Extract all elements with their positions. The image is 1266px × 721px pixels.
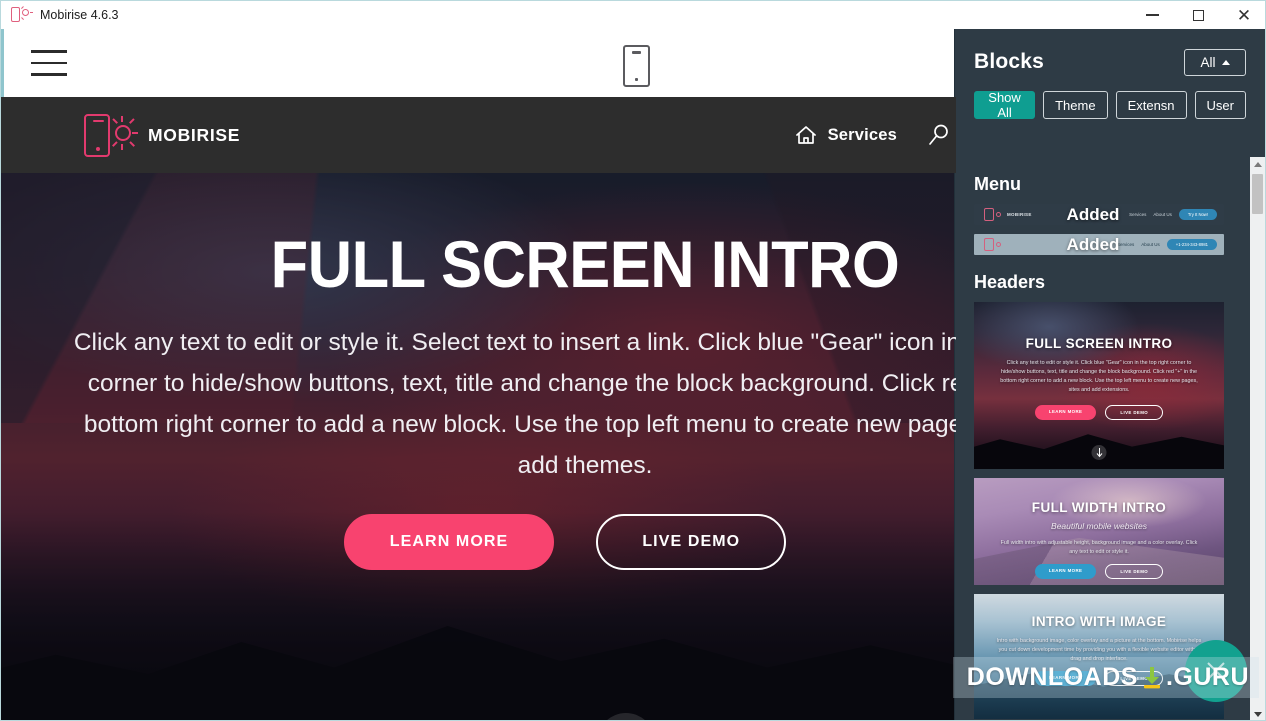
nav-label-services: Services bbox=[827, 125, 898, 144]
thumb-sun-icon bbox=[996, 212, 1001, 217]
hero-block: FULL SCREEN INTRO Click any text to edit… bbox=[1, 173, 957, 720]
site-nav-links: Services About Us bbox=[794, 123, 956, 147]
minimize-button[interactable] bbox=[1129, 1, 1175, 29]
thumb-logo-icon-2 bbox=[984, 238, 994, 251]
downloads-guru-watermark: DOWNLOADS .GURU bbox=[952, 657, 1259, 698]
thumb-subtitle-full-width-intro: Beautiful mobile websites bbox=[1051, 521, 1147, 531]
section-title-menu: Menu bbox=[974, 174, 1021, 194]
thumb-title-full-screen-intro: FULL SCREEN INTRO bbox=[1025, 336, 1173, 351]
blocks-panel-title: Blocks bbox=[974, 50, 1045, 73]
scrollbar-down-arrow-icon[interactable] bbox=[1250, 707, 1265, 720]
thumb-arrow-down-icon bbox=[1091, 445, 1107, 460]
nav-item-services[interactable]: Services bbox=[794, 124, 898, 146]
block-thumbnail-full-width-intro[interactable]: FULL WIDTH INTRO Beautiful mobile websit… bbox=[974, 478, 1224, 585]
title-bar: Mobirise 4.6.3 ✕ bbox=[1, 1, 1265, 29]
thumb-cta-button-2: +1-234-343-8981 bbox=[1166, 239, 1217, 250]
nav-item-about-us[interactable]: About Us bbox=[927, 123, 956, 147]
search-icon bbox=[927, 123, 951, 147]
thumb-link-about-2: About Us bbox=[1141, 242, 1160, 247]
thumb-body-full-screen-intro: Click any text to edit or style it. Clic… bbox=[1000, 360, 1198, 393]
thumb-learn-more-2: LEARN MORE bbox=[1034, 564, 1097, 579]
hero-buttons: LEARN MORE LIVE DEMO bbox=[1, 514, 956, 571]
window-controls: ✕ bbox=[1129, 1, 1265, 29]
maximize-button[interactable] bbox=[1175, 1, 1221, 29]
section-title-headers: Headers bbox=[974, 272, 1046, 292]
filter-extension-button[interactable]: Extensn bbox=[1115, 91, 1187, 119]
hero-title[interactable]: FULL SCREEN INTRO bbox=[74, 230, 957, 298]
app-phone-sun-icon bbox=[11, 6, 33, 24]
blocks-panel: Blocks All Show All Theme Extensn User M… bbox=[954, 29, 1265, 720]
filter-theme-button[interactable]: Theme bbox=[1043, 91, 1108, 119]
site-brand-label: MOBIRISE bbox=[148, 124, 241, 145]
watermark-text-downloads: DOWNLOADS bbox=[966, 663, 1138, 691]
thumb-live-demo-2: LIVE DEMO bbox=[1105, 564, 1164, 579]
thumb-cta-button: Try It Now! bbox=[1178, 209, 1217, 220]
thumb-link-about: About Us bbox=[1153, 212, 1172, 217]
live-demo-button[interactable]: LIVE DEMO bbox=[596, 514, 787, 571]
thumb-title-full-width-intro: FULL WIDTH INTRO bbox=[1031, 500, 1167, 515]
scrollbar-up-arrow-icon[interactable] bbox=[1250, 157, 1265, 172]
app-title: Mobirise 4.6.3 bbox=[40, 8, 119, 22]
thumb-link-services: Services bbox=[1129, 212, 1147, 217]
thumb-title-intro-with-image: INTRO WITH IMAGE bbox=[1031, 614, 1167, 629]
hamburger-menu-icon[interactable] bbox=[31, 50, 67, 76]
thumb-logo-icon bbox=[984, 208, 994, 221]
hero-content: FULL SCREEN INTRO Click any text to edit… bbox=[35, 173, 957, 571]
learn-more-button[interactable]: LEARN MORE bbox=[343, 514, 555, 571]
all-dropdown-label: All bbox=[1200, 54, 1216, 70]
thumb-brand-label: MOBIRISE bbox=[1007, 212, 1032, 217]
block-thumbnail-menu-dark[interactable]: MOBIRISE Services About Us Try It Now! A… bbox=[974, 204, 1224, 225]
watermark-text-guru: .GURU bbox=[1165, 663, 1249, 691]
download-arrow-icon bbox=[1142, 665, 1162, 689]
block-thumbnail-full-screen-intro[interactable]: FULL SCREEN INTRO Click any text to edit… bbox=[974, 302, 1224, 469]
caret-up-icon bbox=[1221, 59, 1230, 65]
block-thumbnail-menu-light[interactable]: Services About Us +1-234-343-8981 Added bbox=[974, 234, 1224, 255]
thumb-body-full-width-intro: Full width intro with adjustable height,… bbox=[1000, 540, 1198, 555]
site-logo[interactable]: MOBIRISE bbox=[79, 111, 240, 159]
blocks-list[interactable]: Menu MOBIRISE Services About Us Try It N… bbox=[955, 157, 1265, 720]
mobirise-app-window: Mobirise 4.6.3 ✕ MOBIRISE Services FULL … bbox=[0, 0, 1266, 721]
scrollbar-thumb[interactable] bbox=[1252, 174, 1263, 214]
blocks-panel-header: Blocks All bbox=[955, 29, 1265, 95]
thumb-sun-icon-2 bbox=[996, 242, 1001, 247]
blocks-panel-scrollbar[interactable] bbox=[1250, 157, 1265, 720]
editor-toolbar bbox=[1, 29, 956, 97]
site-canvas: MOBIRISE Services About Us bbox=[1, 97, 957, 720]
hero-body-text[interactable]: Click any text to edit or style it. Sele… bbox=[60, 322, 956, 486]
home-icon bbox=[794, 124, 818, 146]
all-dropdown[interactable]: All bbox=[1184, 48, 1246, 76]
site-navbar: MOBIRISE Services About Us bbox=[1, 97, 956, 173]
thumb-live-demo-1: LIVE DEMO bbox=[1105, 405, 1164, 420]
filter-user-button[interactable]: User bbox=[1194, 91, 1246, 119]
mobirise-logo-icon bbox=[79, 111, 138, 159]
filter-show-all-button[interactable]: Show All bbox=[974, 90, 1036, 120]
blocks-filter-group: Show All Theme Extensn User bbox=[955, 90, 1265, 120]
thumb-link-services-2: Services bbox=[1116, 242, 1135, 247]
close-button[interactable]: ✕ bbox=[1221, 1, 1265, 29]
thumb-learn-more-1: LEARN MORE bbox=[1034, 405, 1097, 420]
mobile-preview-icon[interactable] bbox=[623, 45, 650, 87]
